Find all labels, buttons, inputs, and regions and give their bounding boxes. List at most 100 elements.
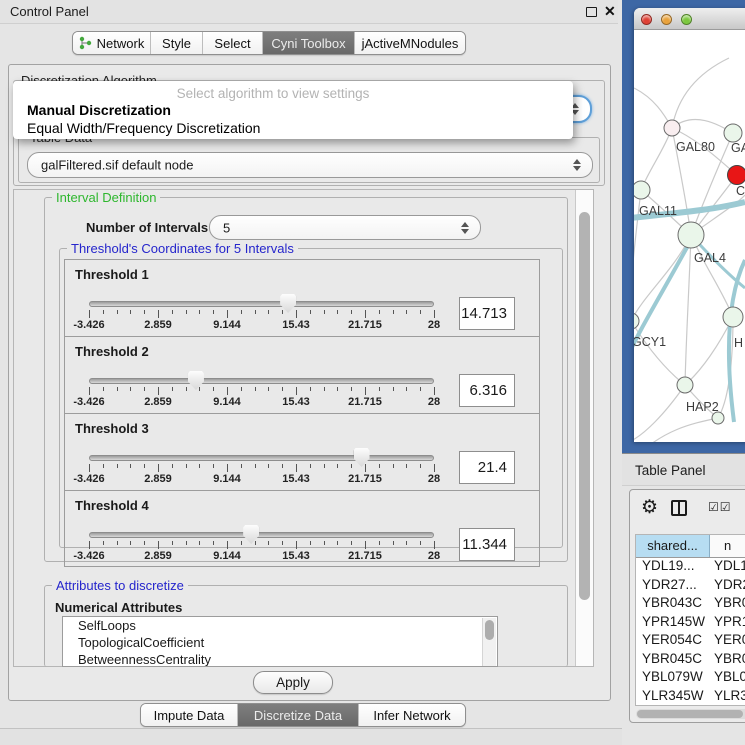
float-window-icon[interactable] [586, 7, 597, 17]
tab-jactivemnodules[interactable]: jActiveMNodules [355, 32, 465, 54]
network-window-frame: GAL80GACGAL11GAL4GCY1HHAP2 [622, 0, 745, 453]
network-node-red-node[interactable] [728, 166, 745, 185]
network-edge[interactable] [634, 385, 685, 442]
network-node-top-right[interactable] [724, 124, 742, 142]
attribute-list-item[interactable]: TopologicalCoefficient [63, 634, 497, 651]
threshold-label: Threshold 3 [75, 421, 149, 436]
node-label-GAL11: GAL11 [639, 204, 677, 218]
gear-icon[interactable]: ⚙ [641, 498, 658, 517]
table-row[interactable]: YBR043CYBR0 [636, 595, 745, 614]
thresholds-group-label: Threshold's Coordinates for 5 Intervals [67, 241, 298, 256]
algorithm-placeholder: Select algorithm to view settings [13, 86, 533, 101]
table-row[interactable]: YER054CYER0 [636, 632, 745, 651]
network-node-H[interactable] [723, 307, 743, 327]
scrollbar-thumb[interactable] [579, 212, 590, 600]
tab-impute-data[interactable]: Impute Data [141, 704, 238, 726]
network-window-titlebar [634, 8, 745, 30]
slider-track[interactable] [89, 378, 434, 384]
table-row[interactable]: YBL079WYBL0 [636, 669, 745, 688]
network-node-GAL80[interactable] [664, 120, 680, 136]
network-node-GAL4[interactable] [678, 222, 704, 248]
control-panel-titlebar: Control Panel ✕ [0, 0, 618, 24]
option-manual-discretization[interactable]: Manual Discretization [27, 102, 171, 118]
close-window-icon[interactable]: ✕ [604, 3, 616, 20]
threshold-row: Threshold 1 -3.4262.8599.14415.4321.7152… [65, 260, 539, 337]
node-label-GCY1: GCY1 [634, 335, 666, 349]
table-data-combobox[interactable]: galFiltered.sif default node [27, 152, 593, 178]
threshold-slider[interactable]: -3.4262.8599.14415.4321.71528 [89, 524, 434, 564]
network-edge[interactable] [685, 235, 691, 385]
network-edge[interactable] [641, 128, 672, 190]
column-header-shared-name[interactable]: shared... [636, 535, 710, 557]
list-scrollbar[interactable] [482, 618, 496, 667]
network-edge[interactable] [685, 317, 733, 385]
bottom-tabs: Impute Data Discretize Data Infer Networ… [140, 703, 466, 727]
table-row[interactable]: YDL19...YDL1 [636, 558, 745, 577]
slider-track[interactable] [89, 455, 434, 461]
zoom-traffic-light[interactable] [681, 14, 692, 25]
slider-track[interactable] [89, 532, 434, 538]
threshold-value-field[interactable]: 14.713 [459, 297, 515, 330]
table-row[interactable]: YPR145WYPR1 [636, 614, 745, 633]
tab-infer-network[interactable]: Infer Network [359, 704, 465, 726]
threshold-value-field[interactable]: 11.344 [459, 528, 515, 561]
combo-arrows-icon [461, 222, 469, 234]
network-view-window: GAL80GACGAL11GAL4GCY1HHAP2 [634, 8, 745, 442]
threshold-row: Threshold 4 -3.4262.8599.14415.4321.7152… [65, 491, 539, 568]
threshold-label: Threshold 1 [75, 267, 149, 282]
threshold-value-field[interactable]: 21.4 [459, 451, 515, 484]
number-of-intervals-value: 5 [223, 220, 230, 235]
column-header-name[interactable]: n [710, 535, 745, 557]
network-edge[interactable] [634, 235, 691, 321]
node-label-HAP2: HAP2 [686, 400, 719, 414]
horizontal-scrollbar[interactable] [636, 709, 745, 719]
option-equal-width-frequency[interactable]: Equal Width/Frequency Discretization [27, 120, 260, 136]
table-panel-title: Table Panel [635, 463, 706, 478]
table-panel: ⚙ ☑☑ shared... n YDL19...YDL1YDR27...YDR… [629, 489, 745, 723]
tab-discretize-data[interactable]: Discretize Data [238, 704, 359, 726]
node-table: shared... n YDL19...YDL1YDR27...YDR2YBR0… [635, 534, 745, 706]
table-panel-titlebar: Table Panel [622, 453, 745, 486]
table-row[interactable]: YDR27...YDR2 [636, 577, 745, 596]
numerical-attributes-list[interactable]: SelfLoopsTopologicalCoefficientBetweenne… [62, 616, 498, 667]
attribute-list-item[interactable]: SelfLoops [63, 617, 497, 634]
network-edge[interactable] [672, 58, 729, 128]
tab-style[interactable]: Style [151, 32, 203, 54]
minimize-traffic-light[interactable] [661, 14, 672, 25]
select-columns-icon[interactable]: ☑☑ [708, 500, 732, 514]
threshold-slider[interactable]: -3.4262.8599.14415.4321.71528 [89, 370, 434, 410]
network-node-GCY1[interactable] [634, 313, 639, 329]
threshold-slider[interactable]: -3.4262.8599.14415.4321.71528 [89, 293, 434, 333]
table-row[interactable]: YBR045CYBR0 [636, 651, 745, 670]
threshold-value-field[interactable]: 6.316 [459, 374, 515, 407]
number-of-intervals-combobox[interactable]: 5 [209, 215, 481, 240]
tab-cyni-toolbox[interactable]: Cyni Toolbox [263, 32, 355, 54]
network-canvas[interactable]: GAL80GACGAL11GAL4GCY1HHAP2 [634, 30, 745, 442]
table-data-value: galFiltered.sif default node [41, 158, 193, 173]
split-columns-icon[interactable] [671, 500, 687, 516]
network-node-GAL11[interactable] [634, 181, 650, 199]
vertical-scrollbar[interactable] [575, 190, 593, 666]
slider-ticks [89, 541, 434, 550]
bottom-strip [0, 728, 622, 745]
scrollbar-thumb[interactable] [637, 710, 743, 718]
apply-button[interactable]: Apply [253, 671, 333, 694]
slider-tick-labels: -3.4262.8599.14415.4321.71528 [89, 396, 434, 409]
scrollbar-thumb[interactable] [485, 620, 494, 640]
attribute-list-item[interactable]: BetweennessCentrality [63, 651, 497, 667]
slider-tick-labels: -3.4262.8599.14415.4321.71528 [89, 473, 434, 486]
network-node-HAP2[interactable] [677, 377, 693, 393]
slider-track[interactable] [89, 301, 434, 307]
table-row[interactable]: YLR345WYLR3 [636, 688, 745, 707]
table-data-group: Table Data galFiltered.sif default node [18, 137, 600, 183]
interval-definition-label: Interval Definition [52, 190, 160, 205]
tab-select[interactable]: Select [203, 32, 263, 54]
threshold-list: Threshold 1 -3.4262.8599.14415.4321.7152… [64, 259, 540, 567]
tab-network[interactable]: Network [73, 32, 151, 54]
network-edge[interactable] [691, 235, 733, 317]
network-graph: GAL80GACGAL11GAL4GCY1HHAP2 [634, 30, 745, 442]
threshold-slider[interactable]: -3.4262.8599.14415.4321.71528 [89, 447, 434, 487]
close-traffic-light[interactable] [641, 14, 652, 25]
attributes-group-label: Attributes to discretize [52, 578, 188, 593]
slider-tick-labels: -3.4262.8599.14415.4321.71528 [89, 550, 434, 563]
